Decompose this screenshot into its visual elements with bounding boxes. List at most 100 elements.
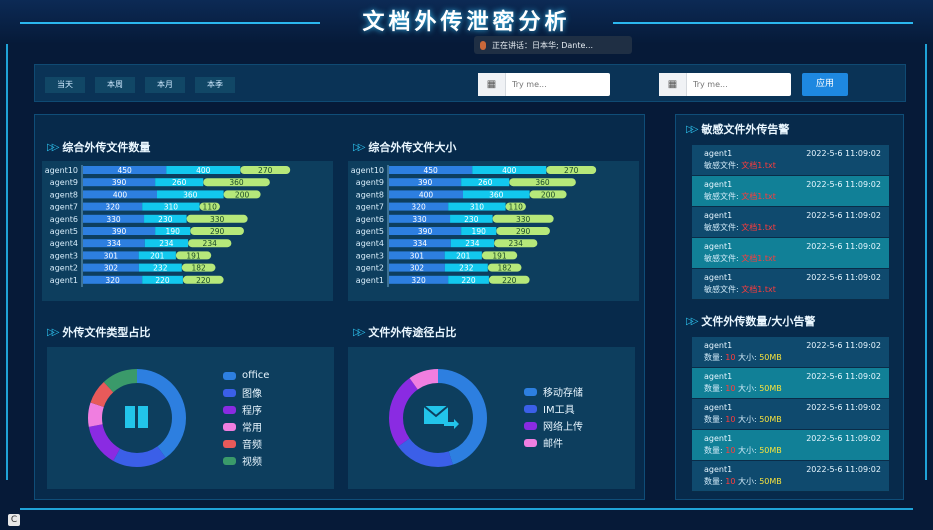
refresh-icon[interactable]: C xyxy=(8,514,20,526)
data-label: 450 xyxy=(117,166,132,175)
category-label: agent1 xyxy=(356,276,384,285)
legend-swatch xyxy=(524,421,537,430)
data-label: 220 xyxy=(155,276,170,285)
start-date-picker[interactable]: ▦ xyxy=(478,73,610,96)
legend-item[interactable]: 邮件 xyxy=(524,436,583,450)
right-panel: ▷▷ 敏感文件外传告警 agent1 2022-5-6 11:09:02 敏感文件:… xyxy=(675,114,904,500)
legend-swatch xyxy=(524,438,537,447)
count-chart-card: agent10 450 400 270 agent9 390 260 360 agent8 400… xyxy=(42,161,333,301)
alert-agent: agent1 xyxy=(704,341,733,350)
size-label: 大小: xyxy=(735,446,760,455)
size-bar-chart: agent10 450 400 270 agent9 390 260 360 agent8 400… xyxy=(351,165,597,287)
sensitive-alert-item[interactable]: agent1 2022-5-6 11:09:02 敏感文件: 文档1.txt xyxy=(692,238,889,269)
page-title: 文档外传泄密分析 xyxy=(362,10,571,35)
period-quarter-button[interactable]: 本季 xyxy=(195,77,235,93)
qty-alert-item[interactable]: agent1 2022-5-6 11:09:02 数量: 10 大小: 50MB xyxy=(692,399,889,430)
qty-alert-item[interactable]: agent1 2022-5-6 11:09:02 数量: 10 大小: 50MB xyxy=(692,368,889,399)
data-label: 220 xyxy=(502,276,517,285)
end-date-input[interactable] xyxy=(693,74,789,95)
size-section-title: ▷▷ 综合外传文件大小 xyxy=(353,139,456,155)
data-label: 360 xyxy=(489,190,504,199)
qty-alert-list: agent1 2022-5-6 11:09:02 数量: 10 大小: 50MB ag… xyxy=(692,337,889,492)
alert-time: 2022-5-6 11:09:02 xyxy=(806,149,881,158)
legend-item[interactable]: 程序 xyxy=(223,403,269,417)
category-label: agent4 xyxy=(50,239,78,248)
sensitive-alert-item[interactable]: agent1 2022-5-6 11:09:02 敏感文件: 文档1.txt xyxy=(692,176,889,207)
alert-label: 敏感文件: xyxy=(704,223,742,232)
alert-file: 文档1.txt xyxy=(741,161,776,170)
qty-alert-item[interactable]: agent1 2022-5-6 11:09:02 数量: 10 大小: 50MB xyxy=(692,337,889,368)
legend-item[interactable]: IM工具 xyxy=(524,402,583,416)
alert-time: 2022-5-6 11:09:02 xyxy=(806,211,881,220)
alert-time: 2022-5-6 11:09:02 xyxy=(806,434,881,443)
legend-item[interactable]: 网络上传 xyxy=(524,419,583,433)
category-label: agent5 xyxy=(356,227,384,236)
sensitive-alert-item[interactable]: agent1 2022-5-6 11:09:02 敏感文件: 文档1.txt xyxy=(692,145,889,176)
alert-file: 文档1.txt xyxy=(741,223,776,232)
legend-label: IM工具 xyxy=(543,405,575,416)
category-label: agent3 xyxy=(356,251,384,260)
legend-item[interactable]: office xyxy=(223,369,269,382)
category-label: agent8 xyxy=(50,190,78,199)
data-label: 450 xyxy=(423,166,438,175)
data-label: 400 xyxy=(196,166,211,175)
data-label: 201 xyxy=(150,251,165,260)
speaking-indicator[interactable]: 正在讲话：日本华; Dante... xyxy=(474,36,632,54)
size-value: 50MB xyxy=(759,415,782,424)
apply-button[interactable]: 应用 xyxy=(802,73,848,96)
qty-label: 数量: xyxy=(704,384,726,393)
data-label: 301 xyxy=(410,251,425,260)
legend-label: 程序 xyxy=(242,406,262,417)
size-label: 大小: xyxy=(735,477,760,486)
sensitive-alert-list: agent1 2022-5-6 11:09:02 敏感文件: 文档1.txt agen… xyxy=(692,145,889,300)
category-label: agent2 xyxy=(356,264,384,273)
double-chevron-icon: ▷▷ xyxy=(47,141,60,153)
type-title-text: 外传文件类型占比 xyxy=(62,326,151,339)
data-label: 301 xyxy=(104,251,119,260)
data-label: 110 xyxy=(203,203,218,212)
legend-swatch xyxy=(223,405,236,414)
qty-value: 10 xyxy=(725,477,736,486)
alert-label: 敏感文件: xyxy=(704,161,742,170)
data-label: 360 xyxy=(183,190,198,199)
legend-item[interactable]: 图像 xyxy=(223,386,269,400)
alert-label: 敏感文件: xyxy=(704,285,742,294)
sensitive-alert-item[interactable]: agent1 2022-5-6 11:09:02 敏感文件: 文档1.txt xyxy=(692,269,889,300)
period-today-button[interactable]: 当天 xyxy=(45,77,85,93)
alert-agent: agent1 xyxy=(704,242,733,251)
category-label: agent7 xyxy=(50,203,78,212)
size-value: 50MB xyxy=(759,384,782,393)
frame-bottom-line xyxy=(20,508,913,510)
sensitive-alert-item[interactable]: agent1 2022-5-6 11:09:02 敏感文件: 文档1.txt xyxy=(692,207,889,238)
legend-label: office xyxy=(242,370,270,381)
alert-time: 2022-5-6 11:09:02 xyxy=(806,372,881,381)
legend-item[interactable]: 常用 xyxy=(223,420,269,434)
legend-item[interactable]: 音频 xyxy=(223,437,269,451)
data-label: 330 xyxy=(210,215,225,224)
legend-swatch xyxy=(223,371,236,380)
double-chevron-icon: ▷▷ xyxy=(686,123,699,135)
data-label: 334 xyxy=(107,239,122,248)
data-label: 190 xyxy=(472,227,487,236)
data-label: 360 xyxy=(229,178,244,187)
legend-item[interactable]: 移动存储 xyxy=(524,385,583,399)
alert-agent: agent1 xyxy=(704,149,733,158)
legend-item[interactable]: 视频 xyxy=(223,454,269,468)
start-date-input[interactable] xyxy=(512,74,608,95)
alert-time: 2022-5-6 11:09:02 xyxy=(806,273,881,282)
period-month-button[interactable]: 本月 xyxy=(145,77,185,93)
qty-alert-item[interactable]: agent1 2022-5-6 11:09:02 数量: 10 大小: 50MB xyxy=(692,430,889,461)
data-label: 232 xyxy=(459,264,474,273)
alert-time: 2022-5-6 11:09:02 xyxy=(806,465,881,474)
category-label: agent10 xyxy=(351,166,384,175)
end-date-picker[interactable]: ▦ xyxy=(659,73,791,96)
alert-agent: agent1 xyxy=(704,180,733,189)
alert-file: 文档1.txt xyxy=(741,254,776,263)
data-label: 290 xyxy=(516,227,531,236)
data-label: 320 xyxy=(411,203,426,212)
qty-alert-item[interactable]: agent1 2022-5-6 11:09:02 数量: 10 大小: 50MB xyxy=(692,461,889,492)
category-label: agent7 xyxy=(356,203,384,212)
data-label: 201 xyxy=(456,251,471,260)
legend-swatch xyxy=(223,456,236,465)
period-week-button[interactable]: 本周 xyxy=(95,77,135,93)
